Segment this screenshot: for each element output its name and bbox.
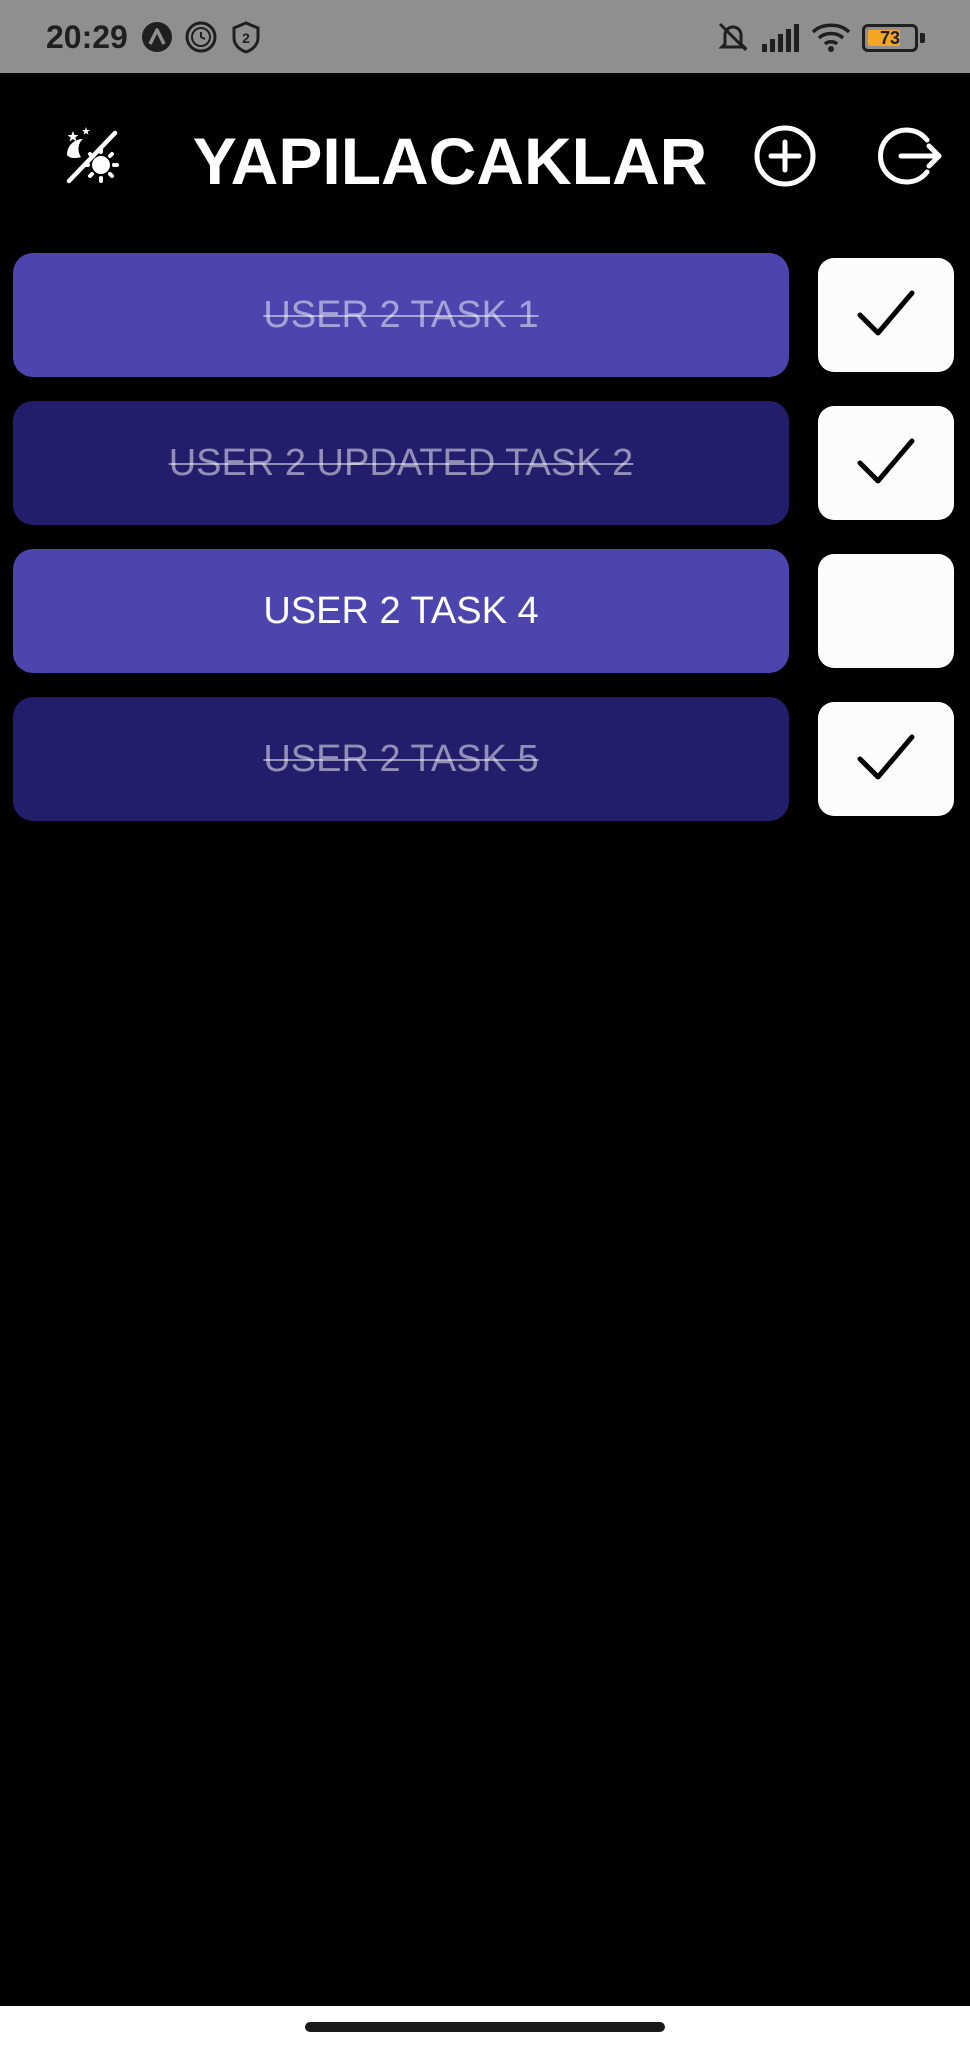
battery-icon: 73 (862, 24, 918, 52)
theme-toggle-icon (59, 123, 125, 194)
mute-icon (716, 20, 750, 54)
task-label: USER 2 UPDATED TASK 2 (168, 442, 634, 484)
logout-icon (877, 124, 943, 193)
wifi-icon (810, 20, 852, 54)
task-row: USER 2 UPDATED TASK 2 (0, 401, 970, 525)
battery-level: 73 (879, 28, 901, 48)
add-circle-icon (753, 124, 817, 193)
task-row: USER 2 TASK 5 (0, 697, 970, 821)
task-label: USER 2 TASK 1 (263, 294, 539, 336)
task-card[interactable]: USER 2 UPDATED TASK 2 (13, 401, 789, 525)
svg-text:2: 2 (242, 30, 250, 46)
task-checkbox[interactable] (818, 554, 954, 668)
check-icon (854, 285, 918, 346)
page-title: YAPILACAKLAR (192, 124, 708, 198)
signal-icon (760, 20, 800, 54)
task-card[interactable]: USER 2 TASK 1 (13, 253, 789, 377)
task-card[interactable]: USER 2 TASK 4 (13, 549, 789, 673)
add-task-button[interactable] (745, 118, 825, 198)
home-indicator[interactable] (305, 2022, 665, 2032)
task-checkbox[interactable] (818, 258, 954, 372)
task-row: USER 2 TASK 1 (0, 253, 970, 377)
launcher-a-icon (140, 20, 174, 54)
clock-icon (184, 20, 218, 54)
battery-nub (920, 33, 925, 43)
theme-toggle-button[interactable] (52, 118, 132, 198)
check-icon (854, 433, 918, 494)
check-icon (854, 729, 918, 790)
task-label: USER 2 TASK 4 (263, 590, 539, 632)
app-header: YAPILACAKLAR (0, 73, 970, 243)
task-card[interactable]: USER 2 TASK 5 (13, 697, 789, 821)
logout-button[interactable] (870, 118, 950, 198)
shield-2-icon: 2 (229, 20, 263, 54)
task-label: USER 2 TASK 5 (263, 738, 539, 780)
task-checkbox[interactable] (818, 702, 954, 816)
task-checkbox[interactable] (818, 406, 954, 520)
task-row: USER 2 TASK 4 (0, 549, 970, 673)
status-bar: 20:29 2 73 (0, 0, 970, 73)
status-time: 20:29 (46, 19, 128, 55)
